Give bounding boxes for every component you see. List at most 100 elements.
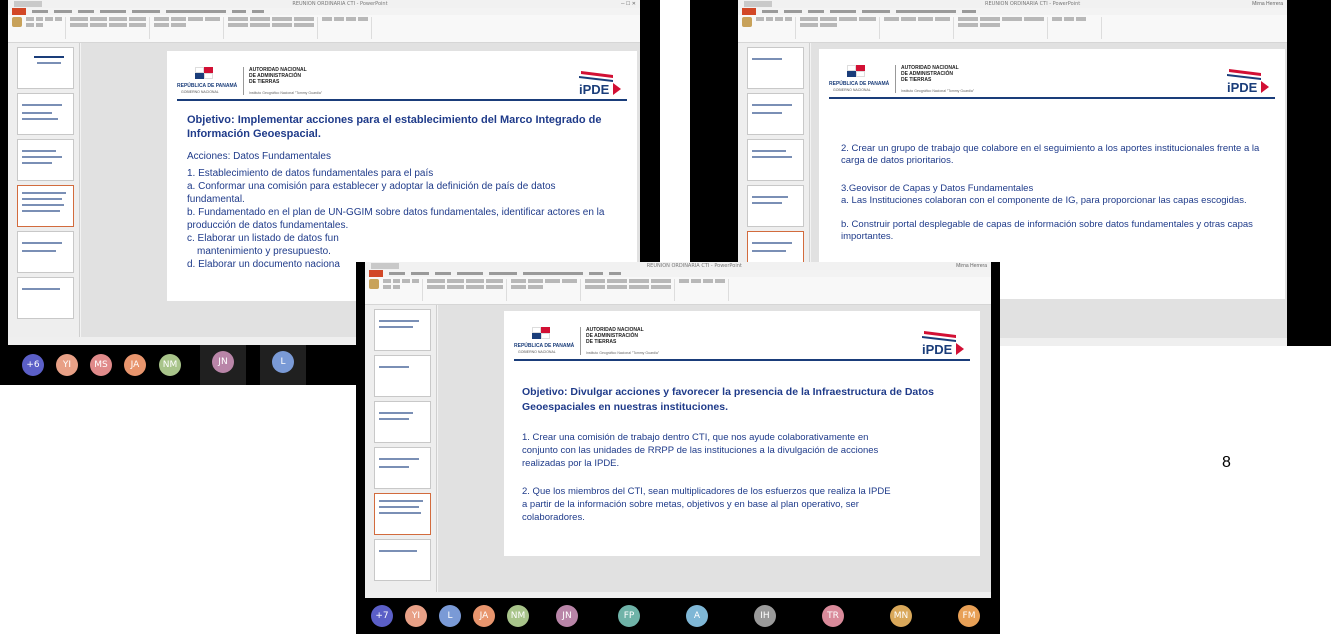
tab[interactable] <box>523 272 583 275</box>
tab[interactable] <box>962 10 976 13</box>
participant-avatar[interactable]: JN <box>556 605 578 627</box>
slide-thumbnail[interactable] <box>374 309 431 351</box>
tab[interactable] <box>132 10 160 13</box>
ribbon <box>8 15 640 43</box>
ribbon-group[interactable] <box>154 17 224 39</box>
slide-thumbnail[interactable] <box>747 139 804 181</box>
ribbon-group[interactable] <box>1052 17 1102 39</box>
paste-icon[interactable] <box>369 279 379 289</box>
header-divider <box>243 67 244 95</box>
participant-avatar[interactable]: FM <box>958 605 980 627</box>
quick-access-toolbar[interactable] <box>14 1 42 7</box>
tab[interactable] <box>862 10 890 13</box>
slide-thumbnail[interactable] <box>374 355 431 397</box>
ribbon-group[interactable] <box>679 279 729 301</box>
ribbon-group[interactable] <box>26 17 66 39</box>
slide-thumbnail[interactable] <box>747 93 804 135</box>
slide-thumbnail-selected[interactable] <box>374 493 431 535</box>
ipde-logo-icon: iPDE <box>922 331 964 357</box>
tab[interactable] <box>232 10 246 13</box>
tab[interactable] <box>435 272 451 275</box>
tab[interactable] <box>784 10 802 13</box>
slide-thumbnail[interactable] <box>17 277 74 319</box>
tab[interactable] <box>830 10 856 13</box>
ribbon-tabs[interactable] <box>365 270 991 277</box>
ribbon-group[interactable] <box>427 279 507 301</box>
tab[interactable] <box>896 10 956 13</box>
tab[interactable] <box>762 10 778 13</box>
tab[interactable] <box>411 272 429 275</box>
slide-thumbnail[interactable] <box>374 401 431 443</box>
file-tab[interactable] <box>369 270 383 277</box>
slide-thumbnail[interactable] <box>17 93 74 135</box>
republic-label: REPÚBLICA DE PANAMÁ <box>829 81 890 87</box>
participant-avatar[interactable]: MN <box>890 605 912 627</box>
participant-avatar[interactable]: A <box>686 605 708 627</box>
participant-avatar[interactable]: L <box>439 605 461 627</box>
ribbon-group[interactable] <box>322 17 372 39</box>
participant-avatar[interactable]: MS <box>90 354 112 376</box>
participant-avatar[interactable]: TR <box>822 605 844 627</box>
tab[interactable] <box>252 10 264 13</box>
ribbon-tabs[interactable] <box>738 8 1287 15</box>
participant-avatar[interactable]: IH <box>754 605 776 627</box>
slide-thumbnail[interactable] <box>17 231 74 273</box>
participant-avatar: L <box>272 351 294 373</box>
slide-header: REPÚBLICA DE PANAMÁ GOBIERNO NACIONAL AU… <box>177 61 627 101</box>
tab[interactable] <box>489 272 517 275</box>
page-number: 8 <box>1222 454 1231 471</box>
tab[interactable] <box>589 272 603 275</box>
file-tab[interactable] <box>742 8 756 15</box>
quick-access-toolbar[interactable] <box>744 1 772 7</box>
user-name[interactable]: Mirna Herrera <box>1252 1 1283 7</box>
participant-avatar[interactable]: NM <box>507 605 529 627</box>
tab[interactable] <box>166 10 226 13</box>
ribbon-group[interactable] <box>228 17 318 39</box>
ribbon-group[interactable] <box>511 279 581 301</box>
participant-avatar[interactable]: YI <box>56 354 78 376</box>
participant-avatar[interactable]: NM <box>159 354 181 376</box>
slide-thumbnail[interactable] <box>374 447 431 489</box>
participant-avatar[interactable]: JA <box>473 605 495 627</box>
tab[interactable] <box>808 10 824 13</box>
tab[interactable] <box>100 10 126 13</box>
slide-thumbnail[interactable] <box>747 47 804 89</box>
file-tab[interactable] <box>12 8 26 15</box>
participant-avatar[interactable]: +7 <box>371 605 393 627</box>
slide-thumbnail[interactable] <box>17 47 74 89</box>
slide-thumbnail-selected[interactable] <box>17 185 74 227</box>
slide-thumbnails-pane[interactable] <box>8 43 80 337</box>
tab[interactable] <box>78 10 94 13</box>
paste-icon[interactable] <box>742 17 752 27</box>
ribbon-tabs[interactable] <box>8 8 640 15</box>
quick-access-toolbar[interactable] <box>371 263 399 269</box>
tab[interactable] <box>609 272 621 275</box>
tab[interactable] <box>389 272 405 275</box>
window-controls[interactable]: ─ ☐ ✕ <box>621 1 636 7</box>
ipde-logo-icon: iPDE <box>579 71 621 97</box>
participant-avatar[interactable]: JA <box>124 354 146 376</box>
current-slide[interactable]: REPÚBLICA DE PANAMÁ GOBIERNO NACIONAL AU… <box>504 311 980 556</box>
ribbon-group[interactable] <box>585 279 675 301</box>
slide-thumbnail[interactable] <box>747 185 804 227</box>
tab[interactable] <box>32 10 48 13</box>
participant-tile[interactable]: JN <box>200 345 246 385</box>
ribbon-group[interactable] <box>756 17 796 39</box>
participant-avatar[interactable]: YI <box>405 605 427 627</box>
ribbon-group[interactable] <box>884 17 954 39</box>
ribbon-group[interactable] <box>958 17 1048 39</box>
tab[interactable] <box>54 10 72 13</box>
ribbon-group[interactable] <box>800 17 880 39</box>
user-name[interactable]: Mirna Herrera <box>956 263 987 269</box>
tab[interactable] <box>457 272 483 275</box>
slide-thumbnail[interactable] <box>17 139 74 181</box>
participant-tile[interactable]: L <box>260 345 306 385</box>
ribbon-group[interactable] <box>383 279 423 301</box>
ribbon-group[interactable] <box>70 17 150 39</box>
slide-thumbnails-pane[interactable] <box>365 305 437 592</box>
slide-thumbnail[interactable] <box>374 539 431 581</box>
participant-avatar[interactable]: +6 <box>22 354 44 376</box>
slide-header: REPÚBLICA DE PANAMÁ GOBIERNO NACIONAL AU… <box>829 59 1275 99</box>
participant-avatar[interactable]: FP <box>618 605 640 627</box>
paste-icon[interactable] <box>12 17 22 27</box>
